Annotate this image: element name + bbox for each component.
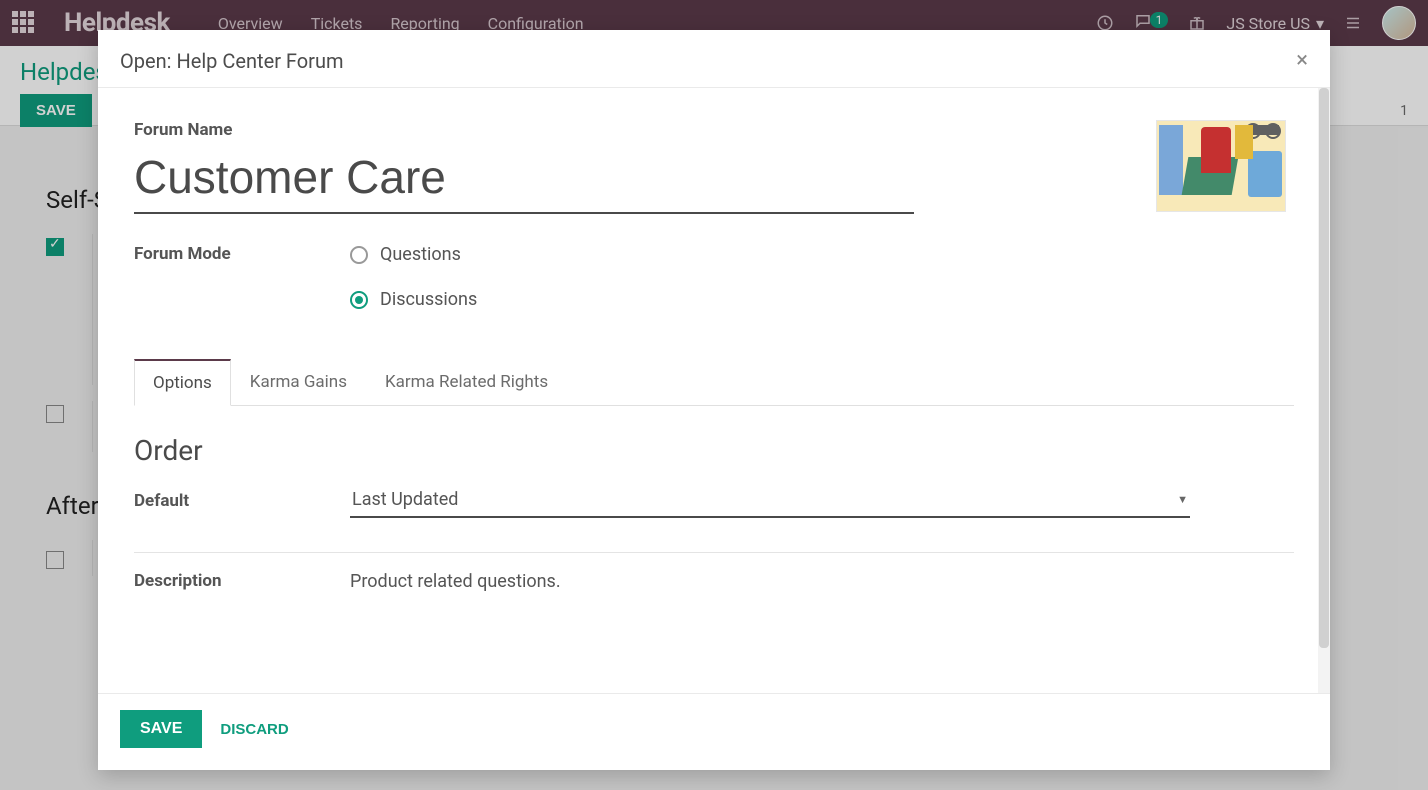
default-value: Last Updated <box>352 489 458 510</box>
modal-header: Open: Help Center Forum × <box>98 30 1330 88</box>
radio-questions-label: Questions <box>380 244 461 265</box>
modal-title: Open: Help Center Forum <box>120 49 344 73</box>
tab-options[interactable]: Options <box>134 359 231 406</box>
description-value[interactable]: Product related questions. <box>350 571 561 592</box>
description-label: Description <box>134 571 350 591</box>
forum-image[interactable] <box>1156 120 1286 212</box>
modal-footer: SAVE DISCARD <box>98 693 1330 770</box>
radio-questions[interactable] <box>350 246 368 264</box>
radio-discussions[interactable] <box>350 291 368 309</box>
tab-karma-rights[interactable]: Karma Related Rights <box>366 359 567 406</box>
modal-save-button[interactable]: SAVE <box>120 710 202 748</box>
order-heading: Order <box>134 434 1294 467</box>
tab-karma-gains[interactable]: Karma Gains <box>231 359 366 406</box>
chevron-down-icon: ▼ <box>1177 493 1188 506</box>
radio-discussions-label: Discussions <box>380 289 477 310</box>
forum-name-input[interactable] <box>134 146 914 214</box>
forum-name-label: Forum Name <box>134 120 1294 140</box>
default-label: Default <box>134 491 350 511</box>
modal-dialog: Open: Help Center Forum × Forum Name For… <box>98 30 1330 770</box>
default-select[interactable]: Last Updated ▼ <box>350 483 1190 518</box>
modal-discard-button[interactable]: DISCARD <box>220 721 288 738</box>
forum-mode-label: Forum Mode <box>134 244 350 310</box>
modal-body: Forum Name Forum Mode Questions Discussi… <box>98 88 1330 693</box>
close-icon[interactable]: × <box>1296 48 1308 73</box>
divider <box>134 552 1294 553</box>
scrollbar-thumb[interactable] <box>1319 88 1329 648</box>
tab-bar: Options Karma Gains Karma Related Rights <box>134 358 1294 406</box>
modal-overlay: Open: Help Center Forum × Forum Name For… <box>0 0 1428 790</box>
